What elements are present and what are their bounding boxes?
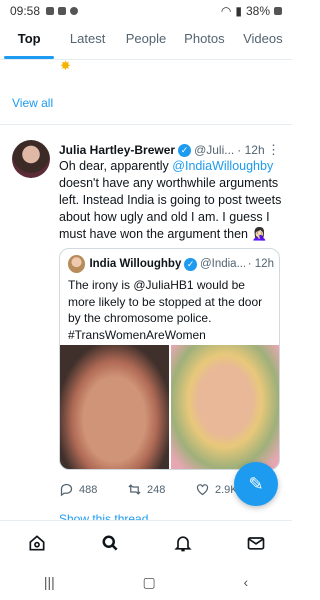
quoted-tweet[interactable]: India Willoughby ✓ @India... · 12h The i… bbox=[59, 248, 280, 470]
tweet-text: Oh dear, apparently @IndiaWilloughby doe… bbox=[59, 158, 285, 243]
divider bbox=[0, 124, 292, 125]
recent-apps-icon[interactable]: ||| bbox=[44, 574, 55, 590]
battery-icon bbox=[274, 7, 282, 15]
status-bar: 09:58 ◠ ▮ 38% bbox=[0, 0, 292, 22]
signal-icon: ▮ bbox=[235, 4, 242, 18]
messages-icon[interactable] bbox=[246, 533, 266, 553]
tab-latest[interactable]: Latest bbox=[58, 22, 116, 59]
tweet-time: · 12h bbox=[237, 143, 265, 157]
quote-images bbox=[60, 345, 279, 469]
reply-count: 488 bbox=[79, 483, 98, 496]
more-options-icon[interactable]: ⋮ bbox=[267, 142, 281, 158]
quote-text: The irony is @JuliaHB1 would be more lik… bbox=[68, 278, 263, 342]
avatar bbox=[68, 255, 86, 273]
quote-header: India Willoughby ✓ @India... · 12h bbox=[68, 255, 274, 273]
search-icon[interactable] bbox=[100, 533, 120, 553]
notification-icon bbox=[46, 7, 55, 15]
author-handle: @Juli... bbox=[194, 143, 235, 157]
quote-author-handle: @India... bbox=[199, 258, 245, 270]
mention-link[interactable]: @IndiaWilloughby bbox=[172, 159, 273, 173]
retweet-count: 248 bbox=[147, 483, 166, 496]
tab-top[interactable]: Top bbox=[0, 22, 58, 59]
retweet-button[interactable]: 248 bbox=[127, 482, 195, 497]
compose-tweet-button[interactable]: ✎ bbox=[234, 462, 278, 506]
tweet-text-part: doesn't have any worthwhile arguments le… bbox=[59, 176, 282, 241]
battery-text: 38% bbox=[245, 4, 270, 18]
verified-icon: ✓ bbox=[178, 143, 192, 157]
home-icon[interactable] bbox=[27, 533, 47, 553]
reply-icon bbox=[60, 483, 73, 497]
tab-people[interactable]: People bbox=[117, 22, 175, 59]
notifications-icon[interactable] bbox=[173, 533, 193, 553]
app-icon bbox=[70, 7, 79, 15]
back-icon[interactable]: ‹ bbox=[243, 574, 248, 590]
quote-image[interactable] bbox=[60, 345, 169, 469]
verified-icon: ✓ bbox=[184, 257, 197, 271]
tweet-header: Julia Hartley-Brewer ✓ @Juli... · 12h ⋮ bbox=[59, 142, 281, 158]
retweet-icon bbox=[128, 484, 141, 495]
tweet-text-part: Oh dear, apparently bbox=[59, 159, 173, 173]
search-tabs: Top Latest People Photos Videos bbox=[0, 22, 292, 60]
wifi-icon: ◠ bbox=[220, 4, 232, 18]
compose-icon: ✎ bbox=[248, 473, 264, 494]
quote-time: · 12h bbox=[247, 258, 274, 270]
message-icon bbox=[58, 7, 67, 15]
avatar[interactable] bbox=[12, 140, 50, 178]
star-icon: ✸ bbox=[60, 58, 71, 73]
home-button-icon[interactable]: ▢ bbox=[143, 574, 156, 591]
reply-button[interactable]: 488 bbox=[59, 482, 127, 497]
quote-image[interactable] bbox=[170, 345, 279, 469]
bottom-nav bbox=[0, 520, 292, 564]
tab-photos[interactable]: Photos bbox=[175, 22, 233, 59]
heart-icon bbox=[196, 484, 209, 496]
status-time: 09:58 bbox=[10, 4, 41, 18]
author-name[interactable]: Julia Hartley-Brewer bbox=[59, 143, 175, 157]
tab-videos[interactable]: Videos bbox=[234, 22, 292, 59]
view-all-link[interactable]: View all bbox=[12, 96, 53, 110]
system-nav-bar: ||| ▢ ‹ bbox=[0, 564, 292, 600]
quote-author-name: India Willoughby bbox=[89, 258, 182, 270]
